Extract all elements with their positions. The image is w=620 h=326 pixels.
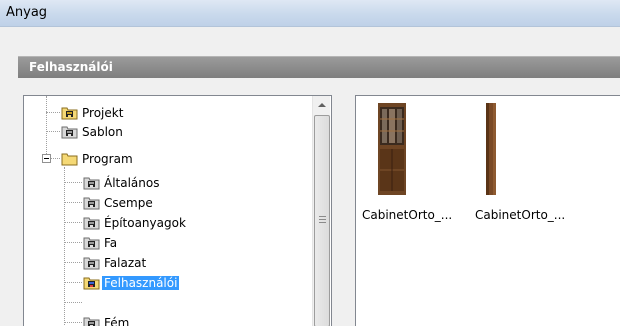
grip-line [319,222,326,223]
tree-item-projekt[interactable]: Projekt [24,104,304,122]
scrollbar-thumb[interactable] [314,115,330,326]
cabinet-thumbnail-icon [486,103,496,195]
tree-item-label: Csempe [104,196,153,210]
special-folder-icon [83,277,100,290]
folder-icon [83,237,100,250]
cabinet-thumbnail-icon [378,103,406,195]
folder-icon [83,317,100,326]
tree-scrollbar[interactable] [312,96,330,326]
grip-line [319,216,326,217]
special-folder-icon [61,107,78,120]
folder-icon [61,126,78,139]
thumbnail-caption: CabinetOrto_... [362,208,453,222]
tree-item-label: Sablon [82,125,123,139]
material-thumbnail-panel[interactable]: CabinetOrto_... CabinetOrto_... [355,95,620,326]
thumbnail-item[interactable]: CabinetOrto_... [362,103,472,223]
thumbnail-item[interactable]: CabinetOrto_... [475,103,585,223]
scroll-up-arrow-icon[interactable] [313,96,331,113]
folder-icon [83,217,100,230]
folder-icon [83,177,100,190]
tree-item-felhasznaloi[interactable]: Felhasználói [24,274,304,292]
thumbnail-caption: CabinetOrto_... [475,208,566,222]
tree-item-label: Általános [104,176,160,190]
tree-item-label: Fém [104,316,130,326]
window-title: Anyag [6,5,48,20]
collapse-icon[interactable] [42,154,51,163]
tree-item-epitoanyagok[interactable]: Építoanyagok [24,214,304,232]
tree-item-falazat[interactable]: Falazat [24,254,304,272]
tree-line [64,302,82,303]
tree-item-label: Projekt [82,106,124,120]
tree-item-fem[interactable]: Fém [24,314,304,326]
tree-item-label: Építoanyagok [104,216,186,230]
grip-line [319,219,326,220]
folder-open-icon [61,153,78,166]
section-title: Felhasználói [29,60,113,74]
tree-item-fa[interactable]: Fa [24,234,304,252]
tree-item-label: Program [82,152,133,166]
window-title-bar: Anyag [0,0,620,27]
tree-item-label: Fa [104,236,118,250]
tree-item-label: Falazat [104,256,147,270]
tree-item-csempe[interactable]: Csempe [24,194,304,212]
tree-item-program[interactable]: Program [24,150,304,168]
section-header: Felhasználói [18,56,620,78]
folder-tree[interactable]: Projekt Sablon Program Általános Csempe [23,95,332,326]
tree-item-sablon[interactable]: Sablon [24,123,304,141]
tree-item-altalanos[interactable]: Általános [24,174,304,192]
folder-icon [83,257,100,270]
tree-item-label: Felhasználói [102,276,180,290]
folder-icon [83,197,100,210]
